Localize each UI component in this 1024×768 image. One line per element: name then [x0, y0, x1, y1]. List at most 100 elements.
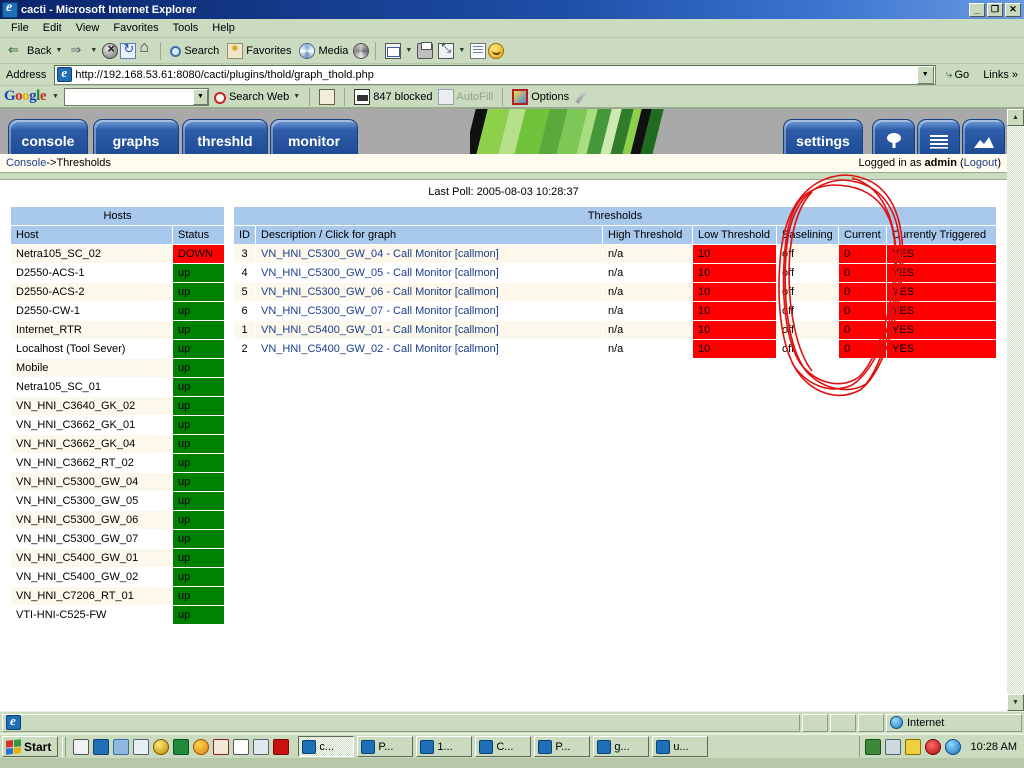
threshold-row[interactable]: 5 VN_HNI_C5300_GW_06 - Call Monitor [call…	[233, 282, 997, 302]
host-row[interactable]: VTI-HNI-C525-FW up	[10, 605, 225, 625]
threshold-graph-link[interactable]: VN_HNI_C5300_GW_07 - Call Monitor [callm…	[261, 305, 499, 317]
start-button[interactable]: Start	[2, 736, 59, 757]
messenger-quicklaunch-icon[interactable]	[193, 738, 210, 755]
history-icon[interactable]	[353, 42, 370, 59]
host-row[interactable]: VN_HNI_C5300_GW_04 up	[10, 472, 225, 492]
tray-antivirus-icon[interactable]	[924, 738, 941, 755]
cacti-tab-monitor[interactable]: monitor	[270, 119, 358, 154]
google-popup-blocker-button[interactable]: 847 blocked	[354, 88, 433, 105]
back-button[interactable]: Back ▼	[5, 41, 65, 61]
address-dropdown-icon[interactable]: ▼	[916, 65, 934, 84]
favorites-button[interactable]: Favorites	[224, 41, 294, 61]
host-row[interactable]: VN_HNI_C5400_GW_01 up	[10, 548, 225, 568]
menu-item-file[interactable]: File	[4, 21, 36, 35]
show-desktop-icon[interactable]	[113, 738, 130, 755]
google-autofill-button[interactable]: AutoFill	[437, 88, 493, 105]
threshold-graph-link[interactable]: VN_HNI_C5400_GW_02 - Call Monitor [callm…	[261, 343, 499, 355]
logout-link[interactable]: Logout	[964, 157, 998, 169]
tray-volume-icon[interactable]	[884, 738, 901, 755]
tray-vietkey-icon[interactable]	[944, 738, 961, 755]
chevron-down-icon[interactable]: ▼	[55, 47, 62, 54]
taskbar-button[interactable]: g...	[593, 736, 650, 757]
host-row[interactable]: VN_HNI_C3662_GK_04 up	[10, 434, 225, 454]
taskbar-button[interactable]: c...	[298, 736, 355, 757]
scroll-down-button[interactable]: ▼	[1007, 694, 1024, 711]
host-row[interactable]: D2550-ACS-1 up	[10, 263, 225, 283]
address-input[interactable]: http://192.168.53.61:8080/cacti/plugins/…	[54, 64, 936, 85]
host-row[interactable]: VN_HNI_C7206_RT_01 up	[10, 586, 225, 606]
search-quicklaunch-icon[interactable]	[133, 738, 150, 755]
cacti-tab-threshld[interactable]: threshld	[182, 119, 268, 154]
threshold-row[interactable]: 6 VN_HNI_C5300_GW_07 - Call Monitor [call…	[233, 301, 997, 321]
mail-button[interactable]: ▼	[382, 41, 415, 61]
refresh-icon[interactable]	[120, 41, 137, 59]
google-dropdown-icon[interactable]: ▼	[52, 93, 59, 100]
highlighter-icon[interactable]	[575, 89, 587, 104]
home-icon[interactable]	[138, 39, 154, 59]
stop-icon[interactable]	[102, 41, 119, 59]
vertical-scrollbar[interactable]: ▲ ▼	[1007, 109, 1024, 711]
vietkey-icon[interactable]	[273, 738, 290, 755]
host-row[interactable]: VN_HNI_C3662_RT_02 up	[10, 453, 225, 473]
google-search-web-button[interactable]: Search Web ▼	[213, 90, 300, 104]
host-row[interactable]: VN_HNI_C5300_GW_06 up	[10, 510, 225, 530]
host-row[interactable]: VN_HNI_C5300_GW_05 up	[10, 491, 225, 511]
threshold-graph-link[interactable]: VN_HNI_C5300_GW_05 - Call Monitor [callm…	[261, 267, 499, 279]
forward-button[interactable]: ▼	[67, 41, 100, 61]
tray-display-icon[interactable]	[904, 738, 921, 755]
cacti-tab-graph[interactable]	[962, 119, 1005, 154]
taskbar-button[interactable]: P...	[357, 736, 414, 757]
messenger-icon[interactable]	[488, 42, 505, 59]
threshold-graph-link[interactable]: VN_HNI_C5300_GW_04 - Call Monitor [callm…	[261, 248, 499, 260]
host-row[interactable]: Netra105_SC_02 DOWN	[10, 244, 225, 264]
threshold-row[interactable]: 1 VN_HNI_C5400_GW_01 - Call Monitor [call…	[233, 320, 997, 340]
cacti-tab-list[interactable]	[917, 119, 960, 154]
magnifier-icon[interactable]	[253, 738, 270, 755]
threshold-row[interactable]: 3 VN_HNI_C5300_GW_04 - Call Monitor [call…	[233, 244, 997, 264]
host-row[interactable]: VN_HNI_C5400_GW_02 up	[10, 567, 225, 587]
host-row[interactable]: D2550-ACS-2 up	[10, 282, 225, 302]
taskbar-button[interactable]: u...	[652, 736, 709, 757]
host-row[interactable]: Localhost (Tool Sever) up	[10, 339, 225, 359]
links-button[interactable]: Links »	[979, 69, 1022, 81]
close-button[interactable]: ✕	[1005, 2, 1021, 17]
google-news-icon[interactable]	[319, 88, 336, 105]
notepad-icon[interactable]	[73, 738, 90, 755]
menu-item-tools[interactable]: Tools	[166, 21, 206, 35]
taskbar-button[interactable]: C...	[475, 736, 532, 757]
google-search-input[interactable]: ▼	[63, 87, 209, 106]
tray-network-icon[interactable]	[864, 738, 881, 755]
print-icon[interactable]	[417, 41, 434, 59]
host-row[interactable]: VN_HNI_C5300_GW_07 up	[10, 529, 225, 549]
chevron-down-icon[interactable]: ▼	[90, 47, 97, 54]
cacti-tab-settings[interactable]: settings	[783, 119, 863, 154]
toolbar-grip[interactable]	[62, 736, 67, 757]
chevron-down-icon[interactable]: ▼	[293, 93, 300, 100]
host-row[interactable]: Mobile up	[10, 358, 225, 378]
host-row[interactable]: D2550-CW-1 up	[10, 301, 225, 321]
taskbar-button[interactable]: 1...	[416, 736, 473, 757]
threshold-row[interactable]: 2 VN_HNI_C5400_GW_02 - Call Monitor [call…	[233, 339, 997, 359]
host-row[interactable]: VN_HNI_C3662_GK_01 up	[10, 415, 225, 435]
google-history-dropdown-icon[interactable]: ▼	[192, 88, 208, 105]
wordpad-icon[interactable]	[233, 738, 250, 755]
menu-item-help[interactable]: Help	[205, 21, 242, 35]
menu-item-view[interactable]: View	[69, 21, 107, 35]
cacti-tab-graphs[interactable]: graphs	[93, 119, 179, 154]
threshold-row[interactable]: 4 VN_HNI_C5300_GW_05 - Call Monitor [call…	[233, 263, 997, 283]
chevron-down-icon[interactable]: ▼	[405, 47, 412, 54]
breadcrumb-link-console[interactable]: Console	[6, 157, 46, 169]
edit-button[interactable]: ▼	[435, 41, 468, 61]
google-options-button[interactable]: Options	[512, 88, 569, 105]
host-row[interactable]: VN_HNI_C3640_GK_02 up	[10, 396, 225, 416]
chevron-down-icon[interactable]: ▼	[458, 47, 465, 54]
threshold-graph-link[interactable]: VN_HNI_C5400_GW_01 - Call Monitor [callm…	[261, 324, 499, 336]
ie-quicklaunch-icon[interactable]	[93, 738, 110, 755]
menu-item-edit[interactable]: Edit	[36, 21, 69, 35]
taskbar-button[interactable]: P...	[534, 736, 591, 757]
media-button[interactable]: Media	[296, 41, 351, 61]
minimize-button[interactable]: _	[969, 2, 985, 17]
go-button[interactable]: ⤷ Go	[940, 67, 975, 82]
restore-button[interactable]: ❐	[987, 2, 1003, 17]
winamp-icon[interactable]	[153, 738, 170, 755]
